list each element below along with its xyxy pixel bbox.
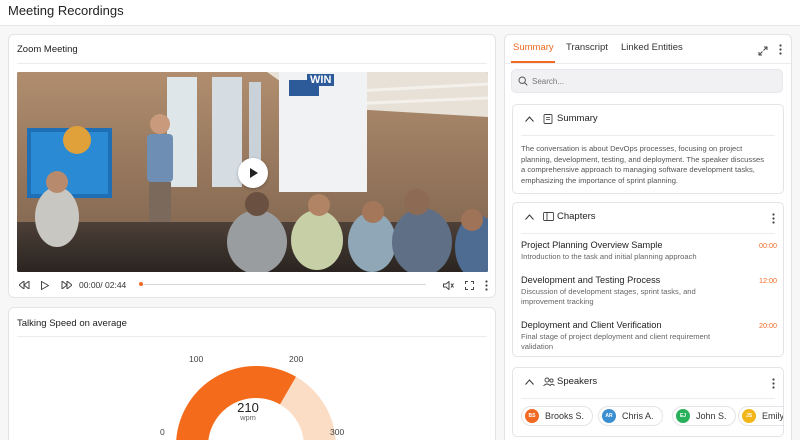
chapter-description: Discussion of development stages, sprint… [521, 287, 696, 306]
chapter-timestamp[interactable]: 12:00 [759, 276, 777, 285]
fast-forward-icon [61, 281, 72, 289]
play-button[interactable] [39, 277, 51, 293]
gauge-min-label: 0 [160, 427, 165, 437]
talking-speed-card: Talking Speed on average 0 100 200 300 2… [8, 307, 496, 440]
speaker-avatar: BS [525, 409, 539, 423]
chapter-title: Project Planning Overview Sample [521, 240, 663, 250]
more-vertical-icon [772, 378, 775, 389]
more-vertical-icon [779, 44, 782, 55]
chapter-item[interactable]: Project Planning Overview Sample Introdu… [521, 240, 777, 262]
chapters-title: Chapters [557, 211, 596, 222]
expand-button[interactable] [758, 43, 769, 56]
search-box[interactable] [511, 69, 783, 93]
chapter-timestamp[interactable]: 20:00 [759, 321, 777, 330]
speaker-name: John S. [696, 411, 727, 421]
speakers-header[interactable]: Speakers [513, 368, 783, 394]
document-icon [543, 114, 553, 124]
summary-title: Summary [557, 113, 598, 124]
chapters-header[interactable]: Chapters [513, 203, 783, 229]
video-card-divider [17, 63, 487, 64]
gauge-200-label: 200 [289, 354, 304, 364]
play-small-icon [41, 280, 49, 290]
progress-handle[interactable] [139, 282, 143, 286]
chapter-description: Introduction to the task and initial pla… [521, 252, 697, 261]
speakers-divider [521, 398, 775, 399]
gauge-unit: wpm [240, 413, 256, 422]
chapter-title: Deployment and Client Verification [521, 320, 662, 330]
fast-forward-button[interactable] [59, 277, 73, 293]
speaker-chip[interactable]: AR Chris A. [598, 406, 663, 426]
chapters-icon [543, 212, 554, 221]
chevron-up-icon [525, 214, 534, 220]
tab-linked-entities[interactable]: Linked Entities [621, 42, 683, 53]
volume-icon [442, 280, 454, 290]
chapters-more-button[interactable] [772, 211, 778, 224]
video-player[interactable]: WIN [17, 72, 488, 272]
speakers-more-button[interactable] [772, 376, 778, 389]
rewind-icon [18, 281, 29, 289]
search-input[interactable] [532, 74, 772, 89]
time-display: 00:00/ 02:44 [79, 280, 126, 290]
fullscreen-icon [464, 280, 474, 290]
video-more-button[interactable] [483, 277, 489, 293]
summary-section: Summary The conversation is about DevOps… [512, 104, 784, 194]
chapter-timestamp[interactable]: 00:00 [759, 241, 777, 250]
summary-header[interactable]: Summary [513, 105, 783, 131]
more-vertical-icon [772, 213, 775, 224]
gauge-max-label: 300 [330, 427, 345, 437]
rewind-button[interactable] [17, 277, 31, 293]
chapters-section: Chapters Project Planning Overview Sampl… [512, 202, 784, 357]
fullscreen-button[interactable] [463, 277, 475, 293]
expand-icon [758, 46, 768, 56]
video-controls: 00:00/ 02:44 [17, 277, 488, 293]
chapter-item[interactable]: Deployment and Client Verification Final… [521, 320, 777, 352]
volume-button[interactable] [442, 277, 454, 293]
chapter-item[interactable]: Development and Testing Process Discussi… [521, 275, 777, 307]
time-current: 00:00 [79, 280, 101, 290]
search-icon [518, 76, 528, 86]
speaker-chip[interactable]: EJ John S. [672, 406, 736, 426]
details-panel: Summary Transcript Linked Entities Summa… [504, 34, 792, 440]
tab-summary[interactable]: Summary [513, 42, 554, 53]
tab-transcript[interactable]: Transcript [566, 42, 608, 53]
play-overlay-button[interactable] [238, 158, 268, 188]
page-title: Meeting Recordings [8, 3, 124, 18]
more-vertical-icon [484, 279, 488, 291]
chevron-up-icon [525, 116, 534, 122]
tab-bar: Summary Transcript Linked Entities [505, 35, 791, 63]
speaker-avatar: EJ [676, 409, 690, 423]
speaker-chip[interactable]: JS Emily [738, 406, 784, 426]
video-overlay-text: WIN [307, 74, 335, 86]
chevron-up-icon [525, 379, 534, 385]
play-icon [250, 168, 258, 178]
panel-more-button[interactable] [779, 42, 785, 55]
chapters-divider [521, 233, 775, 234]
speakers-icon [543, 377, 555, 387]
gauge-100-label: 100 [189, 354, 204, 364]
tab-divider [505, 63, 791, 64]
chapter-title: Development and Testing Process [521, 275, 661, 285]
chapter-description: Final stage of project deployment and cl… [521, 332, 711, 351]
speaker-name: Brooks S. [545, 411, 585, 421]
speaker-name: Chris A. [622, 411, 654, 421]
speaker-avatar: JS [742, 409, 756, 423]
time-total: 02:44 [105, 280, 127, 290]
speaker-chip[interactable]: BS Brooks S. [521, 406, 594, 426]
progress-bar[interactable] [139, 284, 426, 285]
speaker-avatar: AR [602, 409, 616, 423]
video-card-title: Zoom Meeting [17, 44, 78, 55]
speakers-section: Speakers BS Brooks S. AR Chris A. EJ Joh… [512, 367, 784, 437]
speakers-title: Speakers [557, 376, 598, 387]
video-card: Zoom Meeting WIN 00:00/ 02:44 [8, 34, 496, 298]
summary-divider [521, 135, 775, 136]
summary-text: The conversation is about DevOps process… [521, 144, 765, 185]
speaker-name: Emily [762, 411, 784, 421]
top-bar: Meeting Recordings [0, 0, 800, 26]
